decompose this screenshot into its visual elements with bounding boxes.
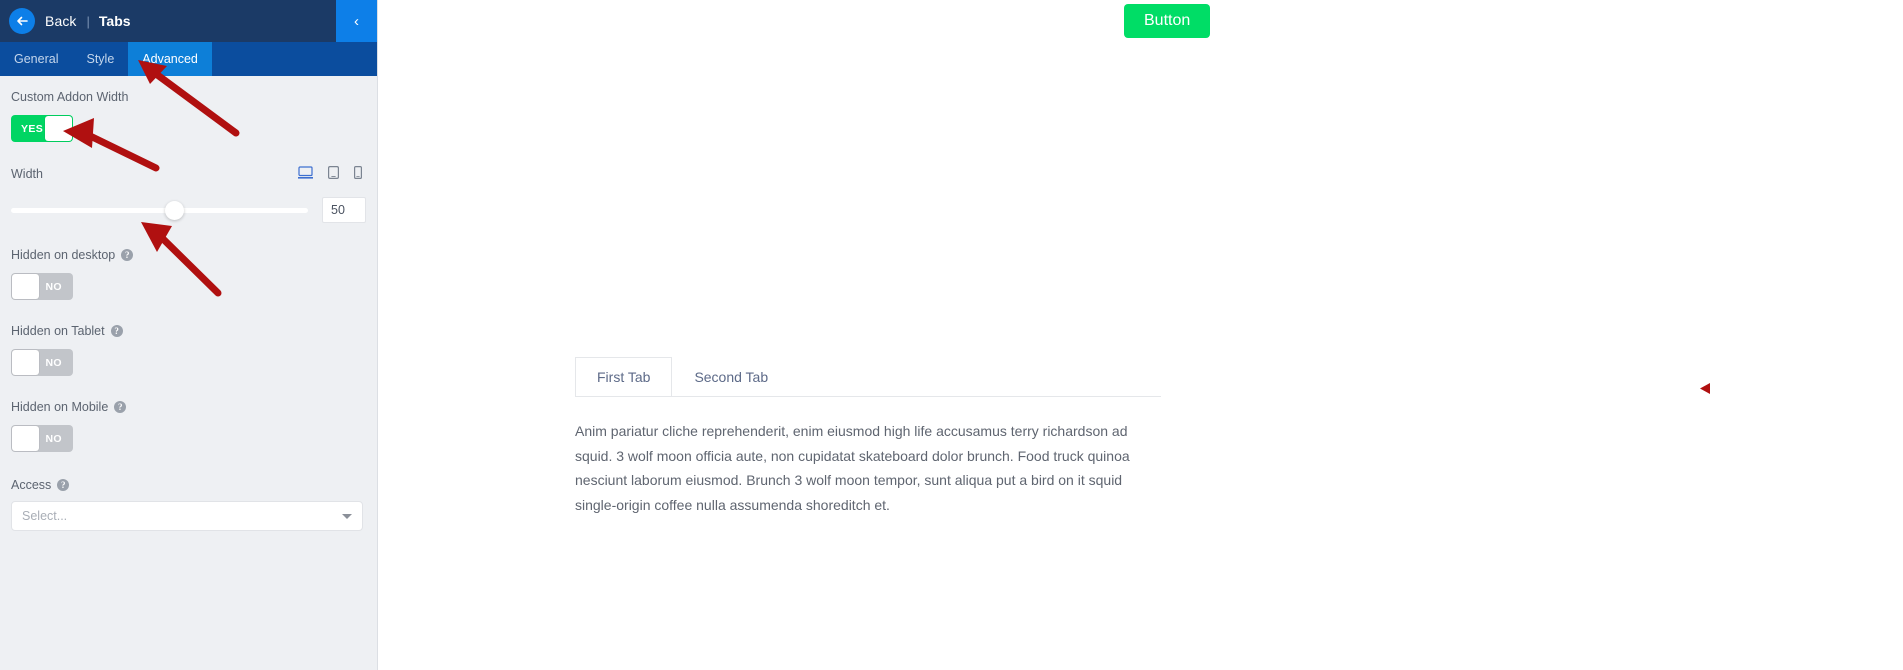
custom-addon-width-toggle[interactable]: YES xyxy=(11,115,73,142)
hidden-on-mobile-label: Hidden on Mobile ? xyxy=(11,400,366,414)
tab-second-tab[interactable]: Second Tab xyxy=(672,357,790,396)
tab-first-tab-label: First Tab xyxy=(597,369,651,385)
tabs-widget: First Tab Second Tab Anim pariatur clich… xyxy=(575,357,1161,517)
tab-general-label: General xyxy=(14,52,59,66)
left-arrowhead-marker xyxy=(1700,383,1710,394)
hidden-on-tablet-label: Hidden on Tablet ? xyxy=(11,324,366,338)
tab-second-tab-label: Second Tab xyxy=(694,369,769,385)
back-label[interactable]: Back xyxy=(45,13,77,29)
hidden-on-desktop-toggle[interactable]: NO xyxy=(11,273,73,300)
mobile-icon[interactable] xyxy=(354,166,363,184)
settings-sidebar: Back | Tabs ‹ General Style Advanced Cus… xyxy=(0,0,378,670)
tab-first-tab[interactable]: First Tab xyxy=(575,357,673,396)
access-label: Access ? xyxy=(11,478,366,492)
app-root: Back | Tabs ‹ General Style Advanced Cus… xyxy=(0,0,1903,670)
label-text: Custom Addon Width xyxy=(11,90,129,104)
sidebar-body: Custom Addon Width YES Width Hidde xyxy=(0,76,377,531)
width-value-input[interactable] xyxy=(322,197,366,223)
toggle-value-text: NO xyxy=(45,280,62,293)
chevron-down-icon xyxy=(342,513,352,519)
collapse-panel-button[interactable]: ‹ xyxy=(336,0,377,42)
question-mark-icon[interactable]: ? xyxy=(57,479,70,491)
slider-handle[interactable] xyxy=(165,200,184,220)
button-widget[interactable]: Button xyxy=(1124,4,1211,38)
tab-general[interactable]: General xyxy=(0,42,72,76)
toggle-knob xyxy=(12,426,39,451)
tablet-icon[interactable] xyxy=(328,166,340,184)
hidden-on-desktop-label: Hidden on desktop ? xyxy=(11,248,366,262)
tab-panel-content: Anim pariatur cliche reprehenderit, enim… xyxy=(575,423,1130,513)
label-text: Hidden on Mobile xyxy=(11,400,109,414)
question-mark-icon[interactable]: ? xyxy=(114,401,127,413)
back-button[interactable] xyxy=(9,8,35,34)
tabs-widget-nav: First Tab Second Tab xyxy=(575,357,1161,397)
tab-style[interactable]: Style xyxy=(72,42,128,76)
page-title: Tabs xyxy=(98,13,131,29)
sidebar-tab-bar: General Style Advanced xyxy=(0,42,377,76)
hidden-on-tablet-toggle[interactable]: NO xyxy=(11,349,73,376)
width-slider-row xyxy=(11,197,366,223)
label-text: Access xyxy=(11,478,52,492)
access-select[interactable]: Select... xyxy=(11,501,363,531)
arrow-left-icon xyxy=(15,14,29,28)
toggle-knob xyxy=(45,116,72,141)
toggle-value-text: NO xyxy=(45,432,62,445)
chevron-left-icon: ‹ xyxy=(354,12,359,30)
label-text: Hidden on desktop xyxy=(11,248,116,262)
question-mark-icon[interactable]: ? xyxy=(121,249,134,261)
toggle-value-text: YES xyxy=(21,122,44,135)
custom-addon-width-label: Custom Addon Width xyxy=(11,90,366,104)
toggle-value-text: NO xyxy=(45,356,62,369)
label-text: Width xyxy=(11,167,43,181)
label-text: Hidden on Tablet xyxy=(11,324,105,338)
tab-advanced-label: Advanced xyxy=(142,52,198,66)
toggle-knob xyxy=(12,274,39,299)
tab-style-label: Style xyxy=(86,52,115,66)
question-mark-icon[interactable]: ? xyxy=(110,325,123,337)
tab-advanced[interactable]: Advanced xyxy=(128,42,212,76)
toggle-knob xyxy=(12,350,39,375)
sidebar-header: Back | Tabs ‹ xyxy=(0,0,377,42)
access-select-placeholder: Select... xyxy=(22,509,68,523)
header-separator: | xyxy=(86,13,90,29)
desktop-icon[interactable] xyxy=(298,166,313,184)
device-preview-switcher xyxy=(292,162,368,188)
width-slider[interactable] xyxy=(11,200,308,220)
hidden-on-mobile-toggle[interactable]: NO xyxy=(11,425,73,452)
